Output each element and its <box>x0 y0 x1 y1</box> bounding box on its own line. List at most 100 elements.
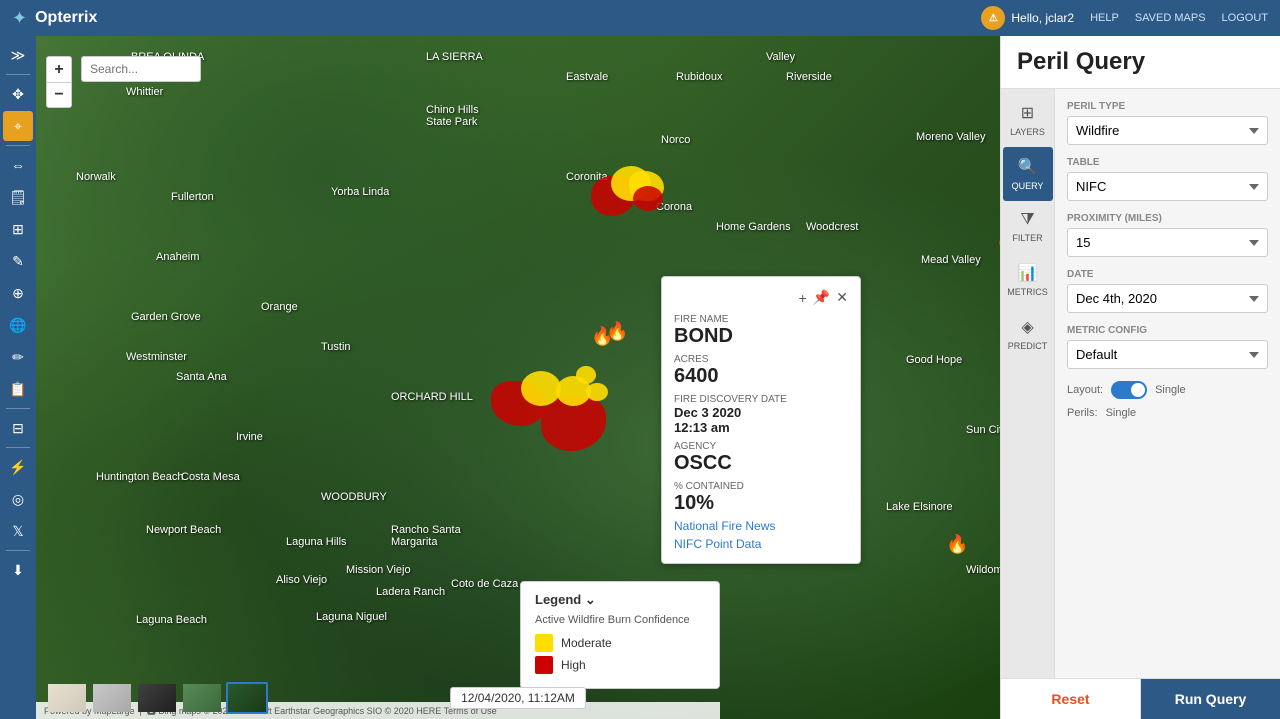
location-icon[interactable]: ⊕ <box>3 278 33 308</box>
reset-button[interactable]: Reset <box>1001 679 1141 719</box>
proximity-group: PROXIMITY (MILES) 5 10 15 25 50 <box>1067 213 1268 257</box>
legend-swatch-high <box>535 656 553 674</box>
city-santa-ana: Santa Ana <box>176 371 227 383</box>
map-thumb-terrain[interactable] <box>181 682 223 714</box>
agency-value: OSCC <box>674 452 848 475</box>
popup-move-button[interactable]: + <box>799 290 807 306</box>
left-toolbar: ≫ ✥ ⌖ ⇔ 🗒 ⊞ ✎ ⊕ 🌐 ✏ 📋 ⊟ ⚡ ◎ 𝕏 ⬇ <box>0 36 36 719</box>
metrics-tab-label: METRICS <box>1007 287 1048 297</box>
legend-subtitle: Active Wildfire Burn Confidence <box>535 614 705 626</box>
header-left: ✦ Opterrix <box>12 8 97 29</box>
city-rancho-santa-margarita: Rancho SantaMargarita <box>391 524 461 548</box>
expand-icon[interactable]: ≫ <box>3 40 33 70</box>
layout-toggle-switch[interactable] <box>1111 381 1147 399</box>
header-user: ⚠ Hello, jclar2 <box>981 6 1074 30</box>
search-area-icon[interactable]: ⌖ <box>3 111 33 141</box>
layout-label: Layout: <box>1067 384 1103 396</box>
saved-maps-link[interactable]: SAVED MAPS <box>1135 12 1206 24</box>
layers-icon[interactable]: ⊞ <box>3 214 33 244</box>
edit-icon[interactable]: ✎ <box>3 246 33 276</box>
city-home-gardens: Home Gardens <box>716 221 791 233</box>
perils-value: Single <box>1106 407 1137 419</box>
city-chino-hills: Chino HillsState Park <box>426 104 479 128</box>
logout-link[interactable]: LOGOUT <box>1222 12 1268 24</box>
city-yorba-linda: Yorba Linda <box>331 186 389 198</box>
city-rubidoux: Rubidoux <box>676 71 722 83</box>
city-sun-city: Sun City <box>966 424 1000 436</box>
nav-arrows-icon[interactable]: ⇔ <box>3 150 33 180</box>
legend-swatch-moderate <box>535 634 553 652</box>
peril-type-select[interactable]: Wildfire Hurricane Flood Earthquake <box>1067 116 1268 145</box>
globe-icon[interactable]: 🌐 <box>3 310 33 340</box>
tab-metrics[interactable]: 📊 METRICS <box>1003 253 1053 307</box>
tab-predict[interactable]: ◈ PREDICT <box>1003 307 1053 361</box>
help-link[interactable]: HELP <box>1090 12 1119 24</box>
fire-cluster-bond[interactable] <box>491 361 611 451</box>
table-group: TABLE NIFC MTBS USFS <box>1067 157 1268 201</box>
city-irvine: Irvine <box>236 431 263 443</box>
city-anaheim: Anaheim <box>156 251 199 263</box>
draw-icon[interactable]: ✏ <box>3 342 33 372</box>
city-whittier: Whittier <box>126 86 163 98</box>
lightning-icon[interactable]: ⚡ <box>3 452 33 482</box>
city-valley: Valley <box>766 51 795 63</box>
zoom-out-button[interactable]: − <box>46 82 72 108</box>
metrics-tab-icon: 📊 <box>1018 263 1038 283</box>
notes-icon[interactable]: 📋 <box>3 374 33 404</box>
info-icon[interactable]: 🗒 <box>3 182 33 212</box>
map-thumb-gray[interactable] <box>91 682 133 714</box>
map-background: Whittier Norwalk Fullerton Anaheim Garde… <box>36 36 1000 719</box>
tab-layers[interactable]: ⊞ LAYERS <box>1003 93 1053 147</box>
pan-icon[interactable]: ✥ <box>3 79 33 109</box>
contained-value: 10% <box>674 492 848 515</box>
tab-query[interactable]: 🔍 QUERY <box>1003 147 1053 201</box>
legend-item-moderate: Moderate <box>535 634 705 652</box>
city-laguna-hills: Laguna Hills <box>286 536 347 548</box>
download-icon[interactable]: ⬇ <box>3 555 33 585</box>
table-icon[interactable]: ⊟ <box>3 413 33 443</box>
national-fire-news-link[interactable]: National Fire News <box>674 519 848 533</box>
predict-tab-icon: ◈ <box>1021 317 1033 337</box>
city-norwalk: Norwalk <box>76 171 116 183</box>
legend-title[interactable]: Legend ⌄ <box>535 592 705 608</box>
table-label: TABLE <box>1067 157 1268 168</box>
city-orchard-hill: ORCHARD HILL <box>391 391 473 403</box>
map-thumb-satellite[interactable] <box>226 682 268 714</box>
nifc-point-data-link[interactable]: NIFC Point Data <box>674 537 848 551</box>
map-thumb-dark[interactable] <box>136 682 178 714</box>
perils-toggle-group: Perils: Single <box>1067 407 1268 419</box>
map-container[interactable]: Whittier Norwalk Fullerton Anaheim Garde… <box>36 36 1000 719</box>
flame-3: 🔥 <box>996 231 1000 252</box>
table-select[interactable]: NIFC MTBS USFS <box>1067 172 1268 201</box>
tab-filter[interactable]: ⧩ FILTER <box>1003 201 1053 253</box>
legend-label-moderate: Moderate <box>561 636 612 650</box>
popup-pin-button[interactable]: 📌 <box>813 289 830 306</box>
map-search-input[interactable] <box>81 56 201 82</box>
date-select[interactable]: Dec 4th, 2020 <box>1067 284 1268 313</box>
twitter-icon[interactable]: 𝕏 <box>3 516 33 546</box>
metric-config-label: METRIC CONFIG <box>1067 325 1268 336</box>
toolbar-divider-3 <box>6 408 30 409</box>
app-header: ✦ Opterrix ⚠ Hello, jclar2 HELP SAVED MA… <box>0 0 1280 36</box>
panel-tabs-area: ⊞ LAYERS 🔍 QUERY ⧩ FILTER 📊 METRICS ◈ <box>1001 89 1280 678</box>
toolbar-divider-2 <box>6 145 30 146</box>
query-tab-icon: 🔍 <box>1018 157 1038 177</box>
user-greeting: Hello, jclar2 <box>1011 11 1074 25</box>
city-moreno-valley: Moreno Valley <box>916 131 986 143</box>
run-query-button[interactable]: Run Query <box>1141 679 1280 719</box>
city-aliso-viejo: Aliso Viejo <box>276 574 327 586</box>
city-eastvale: Eastvale <box>566 71 608 83</box>
layout-toggle-value: Single <box>1155 384 1186 396</box>
zoom-in-button[interactable]: + <box>46 56 72 82</box>
map-thumb-road[interactable] <box>46 682 88 714</box>
legend-label-high: High <box>561 658 586 672</box>
city-lake-elsinore: Lake Elsinore <box>886 501 953 513</box>
popup-close-button[interactable]: ✕ <box>836 289 848 306</box>
city-mead-valley: Mead Valley <box>921 254 981 266</box>
city-westminster: Westminster <box>126 351 187 363</box>
legend-item-high: High <box>535 656 705 674</box>
proximity-select[interactable]: 5 10 15 25 50 <box>1067 228 1268 257</box>
metric-config-select[interactable]: Default Custom <box>1067 340 1268 369</box>
compass-icon[interactable]: ◎ <box>3 484 33 514</box>
fire-cluster-upper <box>591 166 671 231</box>
